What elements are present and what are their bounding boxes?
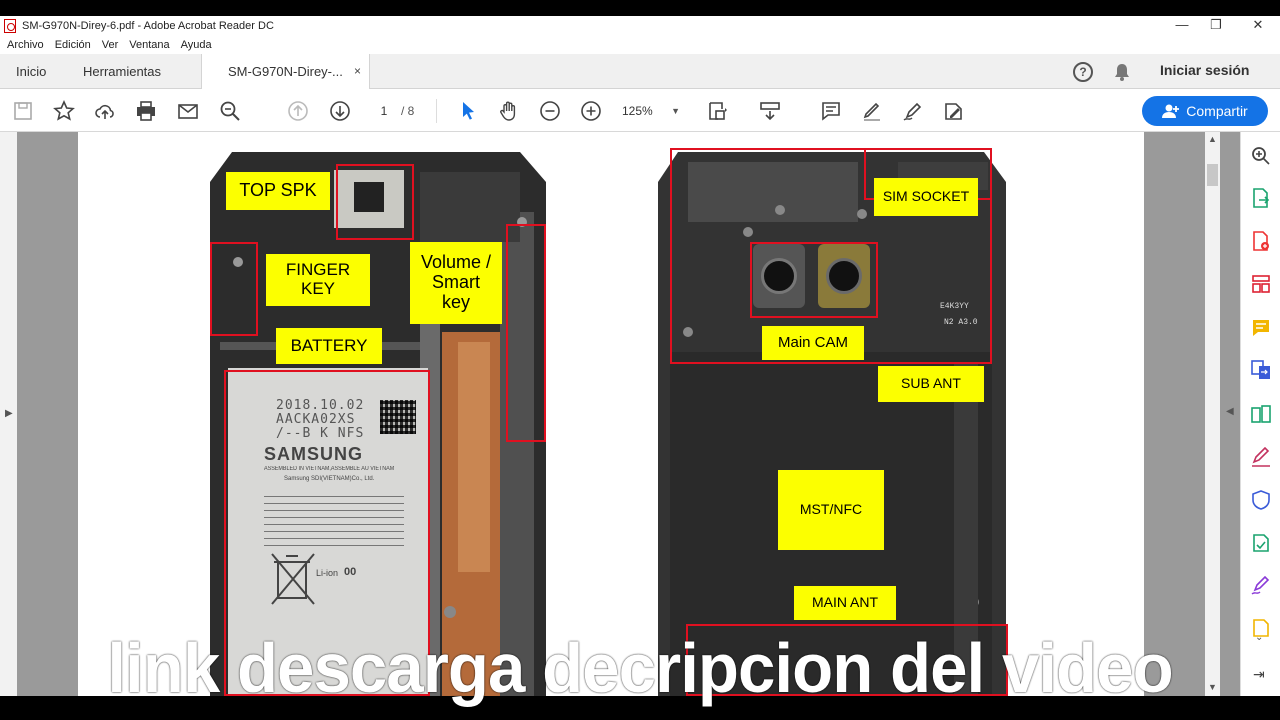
toolbar-divider (436, 99, 437, 123)
page-number-input[interactable]: 1 (370, 101, 398, 121)
export-pdf-icon[interactable] (1251, 188, 1271, 208)
scroll-up-icon[interactable]: ▲ (1208, 134, 1217, 144)
top-spk-box (336, 164, 414, 240)
label-mst-nfc: MST/NFC (778, 470, 884, 550)
fit-page-icon[interactable] (706, 99, 730, 123)
tab-close-icon[interactable]: × (354, 54, 361, 89)
zoom-out-icon[interactable] (538, 99, 562, 123)
page-total: / 8 (401, 104, 415, 118)
vertical-scrollbar[interactable]: ▲ ▼ (1205, 132, 1220, 696)
title-bar: SM-G970N-Direy-6.pdf - Adobe Acrobat Rea… (0, 16, 1280, 36)
tab-home[interactable]: Inicio (16, 54, 46, 89)
panel-scroll-down-icon[interactable]: ⌄ (1255, 632, 1263, 643)
pdf-file-icon (4, 19, 16, 33)
video-overlay-caption: link descarga decripcion del video (107, 629, 1173, 707)
menu-bar: Archivo Edición Ver Ventana Ayuda (0, 36, 1280, 54)
fill-sign-icon[interactable] (942, 99, 966, 123)
left-navigation-pane[interactable]: ▶ (0, 132, 17, 696)
label-top-spk: TOP SPK (226, 172, 330, 210)
save-icon[interactable] (11, 99, 35, 123)
zoom-select[interactable]: 125% ▼ (622, 101, 684, 121)
combine-files-icon[interactable] (1251, 360, 1271, 380)
email-icon[interactable] (176, 99, 200, 123)
signin-link[interactable]: Iniciar sesión (1160, 62, 1249, 78)
volume-key-box (506, 224, 546, 442)
main-cam-box (750, 242, 878, 318)
expand-right-pane-icon[interactable]: ◀ (1226, 406, 1234, 417)
label-volume-smart-key: Volume / Smart key (410, 242, 502, 324)
organize-pages-icon[interactable] (1251, 274, 1271, 294)
hand-tool-icon[interactable] (497, 99, 521, 123)
edit-pdf-icon[interactable] (1251, 404, 1271, 424)
collapse-panel-icon[interactable]: ⇥ (1253, 666, 1265, 683)
label-main-ant: MAIN ANT (794, 586, 896, 620)
select-cursor-icon[interactable] (456, 99, 480, 123)
signature-pen-icon[interactable] (1251, 576, 1271, 596)
add-person-icon (1162, 104, 1180, 118)
window-title: SM-G970N-Direy-6.pdf - Adobe Acrobat Rea… (22, 20, 274, 32)
right-tools-pane: ⌄ ⇥ (1240, 132, 1280, 696)
scrollbar-thumb[interactable] (1207, 164, 1218, 186)
menu-ventana[interactable]: Ventana (129, 39, 169, 51)
app-frame: SM-G970N-Direy-6.pdf - Adobe Acrobat Rea… (0, 0, 1280, 720)
label-battery: BATTERY (276, 328, 382, 364)
label-sub-ant: SUB ANT (878, 366, 984, 402)
close-window-button[interactable]: ✕ (1238, 16, 1278, 36)
previous-page-icon[interactable] (286, 99, 310, 123)
upload-cloud-icon[interactable] (93, 99, 117, 123)
menu-edicion[interactable]: Edición (55, 39, 91, 51)
label-main-cam: Main CAM (762, 326, 864, 360)
label-sim-socket: SIM SOCKET (874, 178, 978, 216)
scroll-mode-icon[interactable] (758, 99, 782, 123)
expand-left-pane-icon[interactable]: ▶ (5, 408, 13, 419)
tab-tools[interactable]: Herramientas (83, 54, 161, 89)
label-finger-key: FINGER KEY (266, 254, 370, 306)
menu-ver[interactable]: Ver (102, 39, 119, 51)
search-zoom-icon[interactable] (218, 99, 242, 123)
next-page-icon[interactable] (328, 99, 352, 123)
tab-document[interactable]: SM-G970N-Direy-... × (201, 54, 370, 90)
tab-document-label: SM-G970N-Direy-... (228, 64, 343, 79)
menu-ayuda[interactable]: Ayuda (181, 39, 212, 51)
pdf-page: 2018.10.02 AACKA02XS /--B K NFS SAMSUNG … (78, 132, 1144, 696)
menu-archivo[interactable]: Archivo (7, 39, 44, 51)
fill-sign-tool-icon[interactable] (1251, 447, 1271, 467)
send-for-review-icon[interactable] (1251, 533, 1271, 553)
comment-tool-icon[interactable] (1251, 318, 1271, 338)
zoom-in-icon[interactable] (579, 99, 603, 123)
chevron-down-icon: ▼ (671, 106, 680, 116)
zoom-value: 125% (622, 104, 653, 118)
notifications-bell-icon[interactable] (1114, 63, 1130, 81)
draw-sign-icon[interactable] (901, 99, 925, 123)
protect-shield-icon[interactable] (1251, 490, 1271, 510)
highlight-pen-icon[interactable] (860, 99, 884, 123)
finger-key-box (210, 242, 258, 336)
maximize-button[interactable]: ❐ (1196, 16, 1236, 36)
help-icon[interactable]: ? (1073, 62, 1093, 82)
screen-top-bar (0, 0, 1280, 16)
comment-icon[interactable] (819, 99, 843, 123)
share-label: Compartir (1186, 103, 1248, 119)
print-icon[interactable] (134, 99, 158, 123)
create-pdf-icon[interactable] (1251, 231, 1271, 251)
bookmark-star-icon[interactable] (52, 99, 76, 123)
zoom-search-icon[interactable] (1251, 146, 1271, 166)
toolbar: 1 / 8 125% ▼ (0, 89, 1280, 132)
share-button[interactable]: Compartir (1142, 96, 1268, 126)
